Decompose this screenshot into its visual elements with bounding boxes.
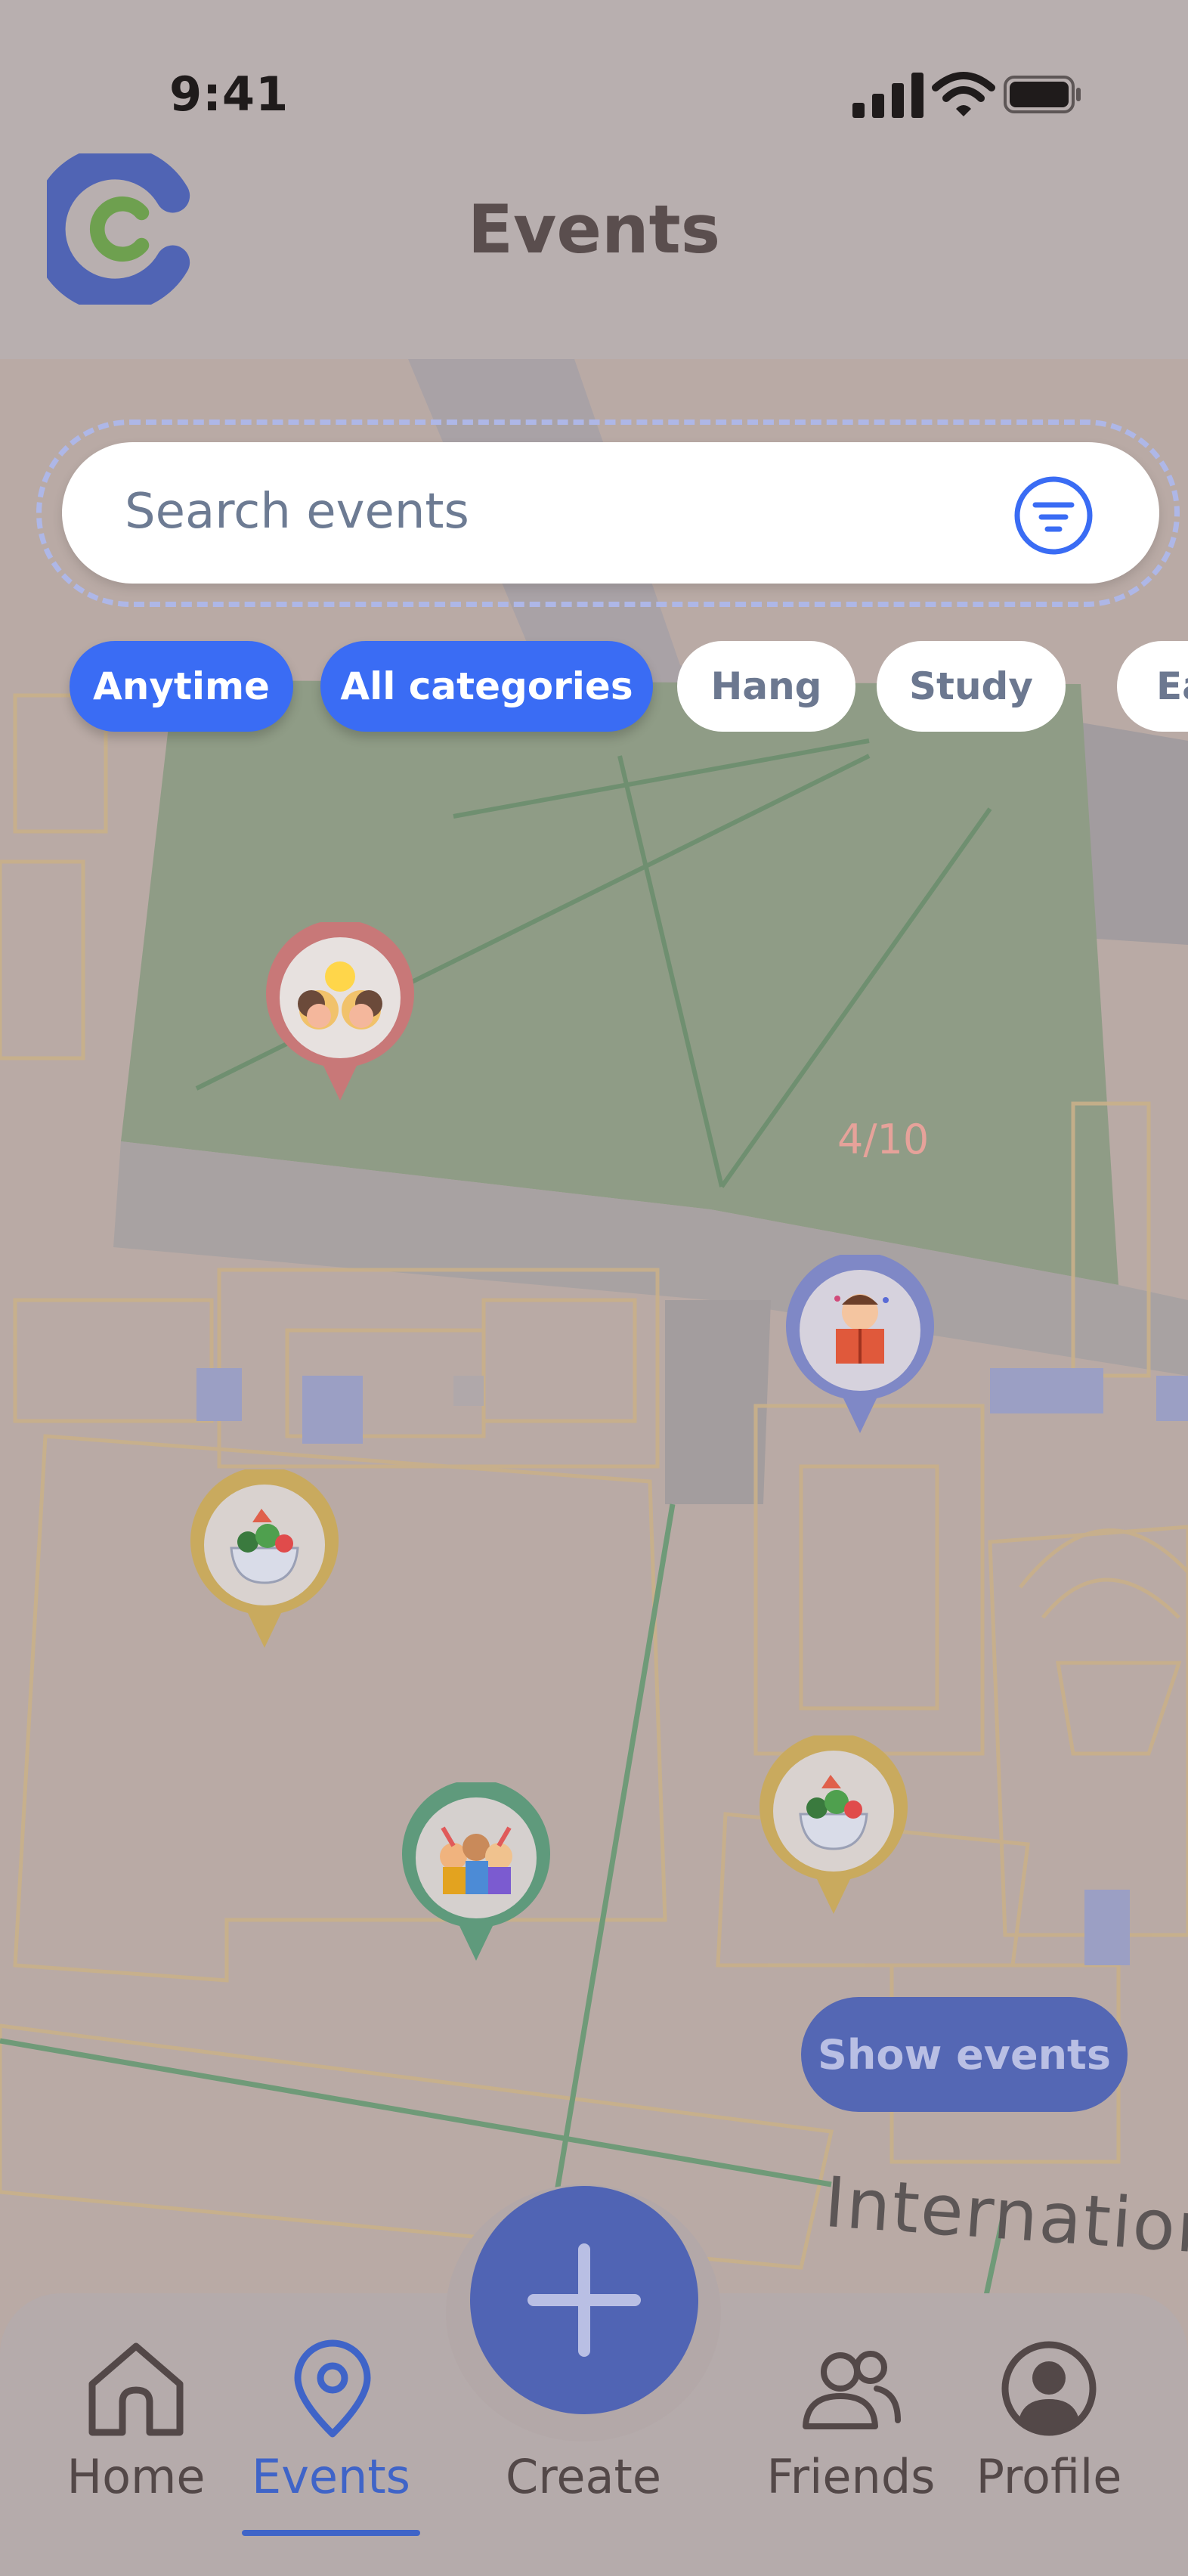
chip-anytime[interactable]: Anytime [70,641,293,732]
nav-home-label[interactable]: Home [38,2449,234,2504]
plus-icon [527,2243,641,2357]
chip-all-categories[interactable]: All categories [320,641,653,732]
status-time: 9:41 [169,67,289,122]
friends-event-pin[interactable] [265,922,416,1104]
chip-study[interactable]: Study [877,641,1066,732]
wifi-icon [932,72,995,116]
search-input[interactable]: Search events [125,484,469,540]
nav-events-label[interactable]: Events [233,2449,429,2504]
chip-hang[interactable]: Hang [677,641,855,732]
page-title: Events [467,190,721,268]
home-icon[interactable] [83,2336,189,2441]
battery-icon [1004,76,1081,113]
pin-icon[interactable] [280,2336,385,2441]
nav-friends-label[interactable]: Friends [753,2449,949,2504]
nav-create-label[interactable]: Create [485,2449,682,2504]
food-event-pin-2[interactable] [758,1735,909,1917]
profile-icon[interactable] [996,2336,1102,2441]
map-page-indicator: 4/10 [837,1116,930,1163]
party-event-pin[interactable] [401,1782,552,1964]
reading-event-pin[interactable] [784,1255,936,1436]
show-events-button[interactable]: Show events [801,1997,1128,2112]
nav-profile-label[interactable]: Profile [951,2449,1147,2504]
filter-icon[interactable] [1013,475,1094,556]
friends-icon[interactable] [798,2342,904,2448]
nav-active-indicator [242,2530,420,2536]
food-event-pin[interactable] [189,1469,340,1651]
